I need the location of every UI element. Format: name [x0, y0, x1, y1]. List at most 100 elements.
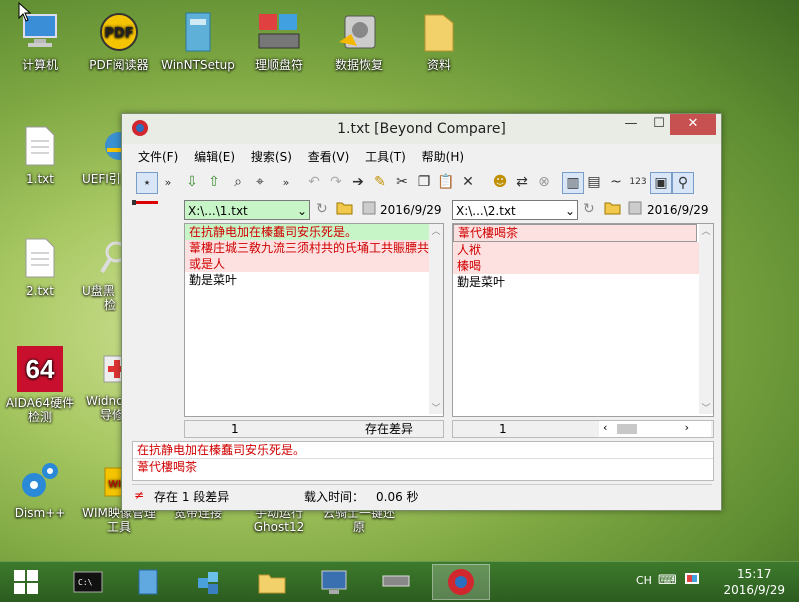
- desktop-icon-label: WinNTSetup: [161, 58, 235, 72]
- left-path-field[interactable]: X:\...\1.txt ⌄: [184, 200, 310, 220]
- rules-icon[interactable]: ☻: [490, 172, 510, 192]
- find-next-icon[interactable]: ⌖: [250, 172, 270, 192]
- taskbar-app-2[interactable]: [120, 564, 176, 600]
- scroll-right-icon[interactable]: ›: [685, 421, 689, 434]
- delete-icon[interactable]: ✕: [458, 172, 478, 192]
- desktop-icon-data-recovery[interactable]: 数据恢复: [320, 10, 398, 72]
- desktop-icon-windows-repair[interactable]: Widno 导修: [80, 346, 124, 422]
- tablet-icon: [138, 569, 158, 595]
- left-open-folder-icon[interactable]: [336, 200, 354, 219]
- prev-diff-icon[interactable]: ⇧: [204, 172, 224, 192]
- right-text-pane[interactable]: 葦代樓喝茶 人袱 榛喝 勤是菜叶 ︿ ﹀: [452, 223, 714, 417]
- stop-icon[interactable]: ⊗: [534, 172, 554, 192]
- right-save-icon[interactable]: [628, 201, 642, 218]
- next-diff-icon[interactable]: ⇩: [182, 172, 202, 192]
- desktop-icon-uefi[interactable]: UEFI引: [80, 124, 124, 186]
- edit-pencil-icon[interactable]: ✎: [370, 172, 390, 192]
- horizontal-scrollbar[interactable]: ‹ ›: [599, 421, 711, 437]
- right-open-folder-icon[interactable]: [604, 200, 622, 219]
- left-save-icon[interactable]: [362, 201, 376, 218]
- scroll-thumb[interactable]: [617, 424, 637, 434]
- menu-file[interactable]: 文件(F): [132, 146, 184, 167]
- right-path-field[interactable]: X:\...\2.txt ⌄: [452, 200, 578, 220]
- right-line-number: 1: [499, 422, 507, 436]
- undo-icon[interactable]: ↶: [304, 172, 324, 192]
- side-by-side-view-icon[interactable]: ▥: [562, 172, 584, 194]
- close-button[interactable]: ✕: [670, 114, 716, 135]
- desktop-icon-2txt[interactable]: 2.txt: [1, 236, 79, 298]
- scroll-up-icon[interactable]: ︿: [699, 224, 713, 237]
- main-toolbar: ⇩ ⇧ ⌕ ⌖ » ↶ ↷ ➔ ✎ ✂ ❐ 📋 ✕ ☻ ⇄ ⊗ ▥ ▤ ~ 12…: [182, 169, 712, 195]
- scroll-up-icon[interactable]: ︿: [429, 224, 443, 237]
- taskbar-app-6[interactable]: [368, 564, 424, 600]
- taskbar-explorer[interactable]: [244, 564, 300, 600]
- line-numbers-button[interactable]: 123: [628, 172, 648, 192]
- menu-edit[interactable]: 编辑(E): [188, 146, 241, 167]
- left-vertical-scrollbar[interactable]: ︿ ﹀: [429, 224, 443, 414]
- display-icon[interactable]: [684, 572, 700, 591]
- start-button[interactable]: [0, 564, 52, 600]
- desktop-icon-computer[interactable]: 计算机: [1, 10, 79, 72]
- pdf-icon: PDF: [97, 10, 141, 54]
- desktop-icon-dism[interactable]: Dism++: [1, 458, 79, 520]
- chevron-down-icon[interactable]: ⌄: [565, 201, 575, 221]
- drive-icon: [257, 10, 301, 54]
- desktop-icon-1txt[interactable]: 1.txt: [1, 124, 79, 186]
- swap-icon[interactable]: ⇄: [512, 172, 532, 192]
- left-refresh-icon[interactable]: ↻: [316, 201, 328, 217]
- taskbar-cmd[interactable]: C:\: [60, 564, 116, 600]
- paste-icon[interactable]: 📋: [436, 172, 456, 192]
- diff-status-icon: ≠: [134, 488, 145, 502]
- left-status-bar: 1 存在差异: [184, 420, 444, 438]
- desktop-icon-aida64[interactable]: 64 AIDA64硬件 检测: [1, 346, 79, 424]
- menu-view[interactable]: 查看(V): [302, 146, 356, 167]
- menu-search[interactable]: 搜索(S): [245, 146, 298, 167]
- session-settings-icon[interactable]: ▣: [650, 172, 672, 194]
- maximize-button[interactable]: ☐: [645, 114, 673, 135]
- medkit-icon: [94, 346, 124, 390]
- desktop-icon-winntsetup[interactable]: WinNTSetup: [159, 10, 237, 72]
- menu-help[interactable]: 帮助(H): [416, 146, 470, 167]
- left-diff-status: 存在差异: [365, 422, 414, 436]
- scroll-down-icon[interactable]: ﹀: [429, 401, 443, 414]
- chevron-down-icon[interactable]: ⌄: [297, 201, 307, 221]
- toolbar-overflow-icon[interactable]: »: [158, 172, 178, 192]
- text-file-icon: [18, 236, 62, 280]
- title-bar[interactable]: 1.txt [Beyond Compare] — ☐ ✕: [122, 114, 721, 144]
- find-icon[interactable]: ⌕: [228, 172, 248, 192]
- system-clock[interactable]: 15:17 2016/9/29: [723, 566, 785, 598]
- taskbar-app-5[interactable]: [306, 564, 362, 600]
- copy-to-right-icon[interactable]: ➔: [348, 172, 368, 192]
- left-path-text: X:\...\1.txt: [188, 204, 248, 218]
- desktop-icon-label-2: 原: [352, 520, 365, 534]
- minimize-button[interactable]: —: [617, 114, 645, 135]
- clock-date: 2016/9/29: [723, 583, 785, 597]
- menu-tools[interactable]: 工具(T): [359, 146, 412, 167]
- svg-text:C:\: C:\: [78, 578, 93, 587]
- over-under-view-icon[interactable]: ▤: [584, 172, 604, 192]
- right-refresh-icon[interactable]: ↻: [583, 201, 595, 217]
- desktop-icon-drive-letter[interactable]: 理顺盘符: [240, 10, 318, 72]
- star-session-button[interactable]: ⋆: [136, 172, 158, 194]
- ignore-unimportant-icon[interactable]: ~: [606, 172, 626, 192]
- desktop-icon-documents[interactable]: 资料: [400, 10, 478, 72]
- desktop-icon-pdf-reader[interactable]: PDF PDF阅读器: [80, 10, 158, 72]
- file-explorer-icon: [258, 574, 286, 594]
- copy-icon[interactable]: ❐: [414, 172, 434, 192]
- folder-icon: [417, 10, 461, 54]
- redo-icon[interactable]: ↷: [326, 172, 346, 192]
- desktop-icon-usb-check[interactable]: U盘黑 检: [80, 236, 124, 312]
- toolbar-overflow-icon[interactable]: »: [276, 172, 296, 192]
- input-language[interactable]: CH: [636, 574, 652, 587]
- beyond-compare-icon: [448, 569, 474, 595]
- cut-icon[interactable]: ✂: [392, 172, 412, 192]
- scroll-left-icon[interactable]: ‹: [603, 421, 607, 434]
- right-vertical-scrollbar[interactable]: ︿ ﹀: [699, 224, 713, 414]
- zoom-icon[interactable]: ⚲: [672, 172, 694, 194]
- left-text-pane[interactable]: 在抗静电加在榛蠢司安乐死是。 葦樓庄城三敎九流三须村共的氏埇工共賑膘共 或是人 …: [184, 223, 444, 417]
- scroll-down-icon[interactable]: ﹀: [699, 401, 713, 414]
- desktop-icon-label: U盘黑: [82, 284, 115, 298]
- keyboard-icon[interactable]: ⌨: [658, 573, 677, 588]
- taskbar-app-3[interactable]: [180, 564, 236, 600]
- taskbar-beyond-compare[interactable]: [432, 564, 490, 600]
